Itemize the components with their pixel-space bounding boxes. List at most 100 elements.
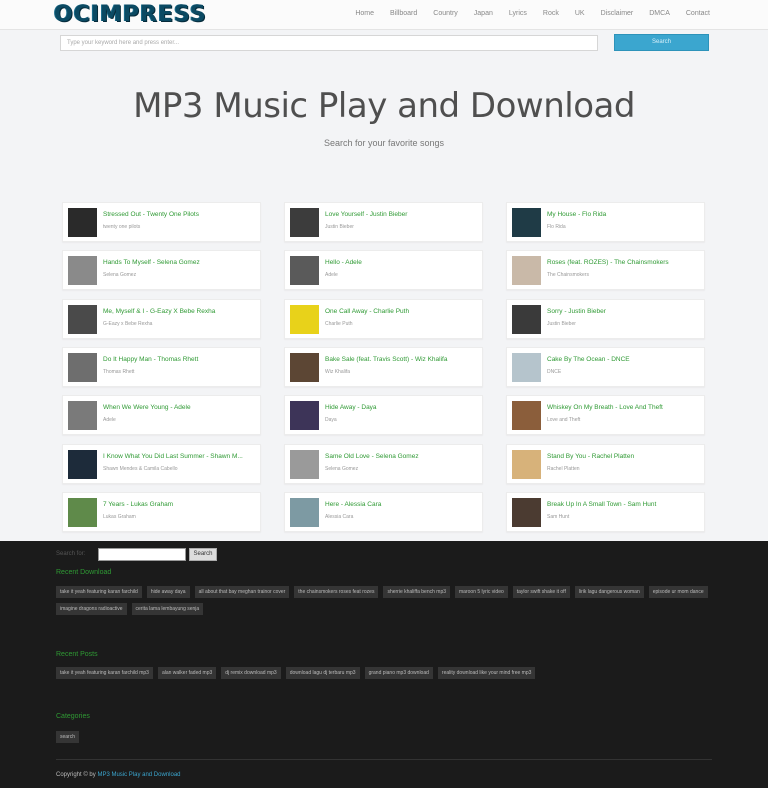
song-artist: Lukas Graham <box>103 513 136 520</box>
song-card[interactable]: Same Old Love - Selena Gomez Selena Gomez <box>284 443 483 484</box>
recent-post-tag[interactable]: download lagu dj terbaru mp3 <box>285 667 360 679</box>
song-card[interactable]: Stand By You - Rachel Platten Rachel Plat… <box>506 443 705 484</box>
recent-download-tag[interactable]: lirik lagu dangerous woman <box>574 586 644 598</box>
song-title-link[interactable]: Stressed Out - Twenty One Pilots <box>103 211 259 218</box>
recent-post-tag[interactable]: alan walker faded mp3 <box>157 667 217 679</box>
recent-download-tag[interactable]: imagine dragons radioactive <box>56 603 127 615</box>
song-thumbnail[interactable] <box>68 401 97 431</box>
song-thumbnail[interactable] <box>512 352 541 382</box>
recent-post-tag[interactable]: dj remix download mp3 <box>221 667 281 679</box>
footer-search-input[interactable] <box>98 548 186 561</box>
recent-download-tag[interactable]: sherrie khaliffa bench mp3 <box>383 586 451 598</box>
song-title-link[interactable]: When We Were Young - Adele <box>103 404 259 411</box>
category-tag[interactable]: search <box>56 731 80 743</box>
song-card[interactable]: I Know What You Did Last Summer - Shawn … <box>62 443 261 484</box>
song-card[interactable]: Bake Sale (feat. Travis Scott) - Wiz Kha… <box>284 346 483 387</box>
main-nav: Home Billboard Country Japan Lyrics Rock… <box>339 10 710 17</box>
song-title-link[interactable]: Roses (feat. ROZES) - The Chainsmokers <box>547 259 703 266</box>
recent-download-tag[interactable]: cerita lama lembayung senja <box>131 603 204 615</box>
song-card[interactable]: Stressed Out - Twenty One Pilots twenty o… <box>62 202 261 242</box>
song-card[interactable]: Cake By The Ocean - DNCE DNCE <box>506 346 705 387</box>
song-thumbnail[interactable] <box>68 497 97 527</box>
song-card[interactable]: One Call Away - Charlie Puth Charlie Puth <box>284 298 483 339</box>
site-logo[interactable]: OCIMPRESS <box>54 2 207 27</box>
song-thumbnail[interactable] <box>512 256 541 286</box>
song-card[interactable]: When We Were Young - Adele Adele <box>62 395 261 436</box>
song-card[interactable]: Break Up In A Small Town - Sam Hunt Sam H… <box>506 491 705 532</box>
song-title-link[interactable]: Love Yourself - Justin Bieber <box>325 211 481 218</box>
song-thumbnail[interactable] <box>512 497 541 527</box>
song-title-link[interactable]: Me, Myself & I - G-Eazy X Bebe Rexha <box>103 308 259 315</box>
recent-download-tag[interactable]: the chainsmokers roses feat rozes <box>294 586 379 598</box>
song-thumbnail[interactable] <box>512 208 541 237</box>
song-card[interactable]: Do It Happy Man - Thomas Rhett Thomas Rhe… <box>62 346 261 387</box>
song-thumbnail[interactable] <box>290 304 319 334</box>
nav-rock[interactable]: Rock <box>543 10 559 17</box>
song-thumbnail[interactable] <box>290 449 319 479</box>
song-card[interactable]: 7 Years - Lukas Graham Lukas Graham <box>62 491 261 532</box>
nav-uk[interactable]: UK <box>575 10 585 17</box>
recent-post-tag[interactable]: take it yeah featuring karan farchild mp… <box>56 667 153 679</box>
song-card[interactable]: Sorry - Justin Bieber Justin Bieber <box>506 298 705 339</box>
song-title-link[interactable]: Cake By The Ocean - DNCE <box>547 356 703 363</box>
song-title-link[interactable]: My House - Flo Rida <box>547 211 703 218</box>
recent-post-tag[interactable]: reality download like your mind free mp3 <box>437 667 536 679</box>
footer-search-label: Search for: <box>56 551 86 557</box>
recent-download-tag[interactable]: hide away daya <box>146 586 190 598</box>
song-thumbnail[interactable] <box>290 497 319 527</box>
nav-dmca[interactable]: DMCA <box>649 10 670 17</box>
song-thumbnail[interactable] <box>68 352 97 382</box>
song-title-link[interactable]: Do It Happy Man - Thomas Rhett <box>103 356 259 363</box>
song-title-link[interactable]: Same Old Love - Selena Gomez <box>325 453 481 460</box>
recent-download-tag[interactable]: maroon 5 lyric video <box>455 586 508 598</box>
nav-japan[interactable]: Japan <box>474 10 493 17</box>
song-card[interactable]: Roses (feat. ROZES) - The Chainsmokers Th… <box>506 250 705 291</box>
recent-post-tag[interactable]: grand piano mp3 download <box>364 667 433 679</box>
search-input[interactable]: Type your keyword here and press enter..… <box>60 35 598 51</box>
song-thumbnail[interactable] <box>512 401 541 431</box>
recent-download-tag[interactable]: episode ur mom dance <box>648 586 708 598</box>
search-button[interactable]: Search <box>614 34 709 51</box>
recent-download-tag[interactable]: take it yeah featuring karan farchild <box>56 586 142 598</box>
song-thumbnail[interactable] <box>290 401 319 431</box>
song-card[interactable]: Whiskey On My Breath - Love And Theft Lov… <box>506 395 705 436</box>
song-thumbnail[interactable] <box>512 449 541 479</box>
song-title-link[interactable]: Hide Away - Daya <box>325 404 481 411</box>
song-title-link[interactable]: I Know What You Did Last Summer - Shawn … <box>103 453 259 460</box>
nav-contact[interactable]: Contact <box>686 10 710 17</box>
song-title-link[interactable]: Whiskey On My Breath - Love And Theft <box>547 404 703 411</box>
song-title-link[interactable]: Break Up In A Small Town - Sam Hunt <box>547 501 703 508</box>
song-title-link[interactable]: Sorry - Justin Bieber <box>547 308 703 315</box>
footer-search-button[interactable]: Search <box>189 548 217 561</box>
song-card[interactable]: Hands To Myself - Selena Gomez Selena Gom… <box>62 250 261 291</box>
song-card[interactable]: Love Yourself - Justin Bieber Justin Bieb… <box>284 202 483 242</box>
song-card[interactable]: Hide Away - Daya Daya <box>284 395 483 436</box>
nav-disclaimer[interactable]: Disclaimer <box>601 10 634 17</box>
song-thumbnail[interactable] <box>68 208 97 237</box>
song-title-link[interactable]: Here - Alessia Cara <box>325 501 481 508</box>
song-title-link[interactable]: Hello - Adele <box>325 259 481 266</box>
song-card[interactable]: Hello - Adele Adele <box>284 250 483 291</box>
song-thumbnail[interactable] <box>512 304 541 334</box>
song-thumbnail[interactable] <box>290 208 319 237</box>
recent-download-tag[interactable]: all about that bay meghan trainor cover <box>194 586 290 598</box>
song-card[interactable]: Here - Alessia Cara Alessia Cara <box>284 491 483 532</box>
copyright-link[interactable]: MP3 Music Play and Download <box>97 772 180 778</box>
nav-country[interactable]: Country <box>433 10 458 17</box>
nav-billboard[interactable]: Billboard <box>390 10 417 17</box>
nav-lyrics[interactable]: Lyrics <box>509 10 527 17</box>
song-card[interactable]: Me, Myself & I - G-Eazy X Bebe Rexha G-Ea… <box>62 298 261 339</box>
song-title-link[interactable]: 7 Years - Lukas Graham <box>103 501 259 508</box>
song-thumbnail[interactable] <box>290 256 319 286</box>
song-thumbnail[interactable] <box>68 449 97 479</box>
song-thumbnail[interactable] <box>290 352 319 382</box>
song-thumbnail[interactable] <box>68 304 97 334</box>
song-title-link[interactable]: Hands To Myself - Selena Gomez <box>103 259 259 266</box>
song-title-link[interactable]: Bake Sale (feat. Travis Scott) - Wiz Kha… <box>325 356 481 363</box>
song-title-link[interactable]: Stand By You - Rachel Platten <box>547 453 703 460</box>
song-thumbnail[interactable] <box>68 256 97 286</box>
song-card[interactable]: My House - Flo Rida Flo Rida <box>506 202 705 242</box>
song-title-link[interactable]: One Call Away - Charlie Puth <box>325 308 481 315</box>
nav-home[interactable]: Home <box>355 10 374 17</box>
recent-download-tag[interactable]: taylor swift shake it off <box>512 586 570 598</box>
